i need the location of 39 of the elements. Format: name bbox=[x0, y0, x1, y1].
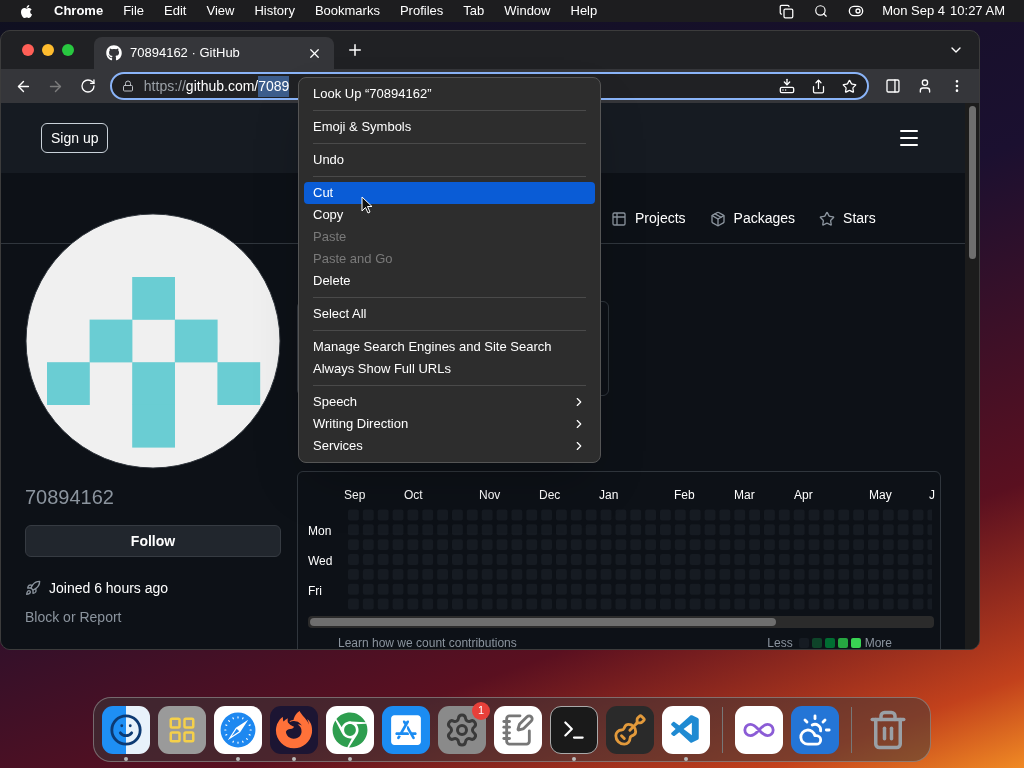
url-host: github.com/ bbox=[185, 76, 259, 96]
month-label: Nov bbox=[479, 488, 501, 502]
weekday-label: Fri bbox=[308, 584, 322, 598]
month-label: May bbox=[869, 488, 892, 502]
nav-tab-label: Stars bbox=[843, 209, 876, 228]
month-label: Feb bbox=[674, 488, 695, 502]
context-menu-label: Paste and Go bbox=[313, 250, 393, 269]
context-menu-label: Writing Direction bbox=[313, 415, 409, 434]
weekday-label: Wed bbox=[308, 554, 333, 568]
context-menu-label: Manage Search Engines and Site Search bbox=[313, 338, 552, 357]
context-menu-label: Select All bbox=[313, 305, 367, 324]
notification-badge: 1 bbox=[472, 701, 490, 720]
weekday-label: Mon bbox=[308, 524, 332, 538]
url-selected-text: 7089 bbox=[258, 75, 290, 97]
context-menu-label: Delete bbox=[313, 272, 351, 291]
month-label: J bbox=[929, 488, 935, 502]
context-menu-label: Emoji & Symbols bbox=[313, 118, 412, 137]
context-menu-label: Copy bbox=[313, 206, 344, 225]
context-menu-label: Speech bbox=[313, 393, 358, 412]
nav-tab-label: Projects bbox=[635, 209, 686, 228]
month-label: Mar bbox=[734, 488, 755, 502]
month-label: Apr bbox=[794, 488, 813, 502]
context-menu-label: Cut bbox=[313, 184, 334, 203]
month-label: Dec bbox=[539, 488, 561, 502]
context-menu-label: Look Up “70894162” bbox=[313, 85, 432, 104]
context-menu-label: Paste bbox=[313, 228, 347, 247]
nav-tab-label: Packages bbox=[733, 209, 796, 228]
legend-less-label: Less bbox=[767, 635, 793, 649]
username: 70894162 bbox=[25, 485, 115, 510]
legend-more-label: More bbox=[864, 635, 892, 649]
month-label: Oct bbox=[404, 488, 423, 502]
month-label: Jan bbox=[599, 488, 619, 502]
joined-text: Joined 6 hours ago bbox=[49, 579, 169, 598]
url-scheme: https:// bbox=[143, 76, 186, 96]
tab-title: 70894162 · GitHub bbox=[130, 44, 240, 63]
context-menu-label: Always Show Full URLs bbox=[313, 360, 451, 379]
context-menu-label: Undo bbox=[313, 151, 345, 170]
month-label: Sep bbox=[344, 488, 366, 502]
context-menu-label: Services bbox=[313, 437, 363, 456]
